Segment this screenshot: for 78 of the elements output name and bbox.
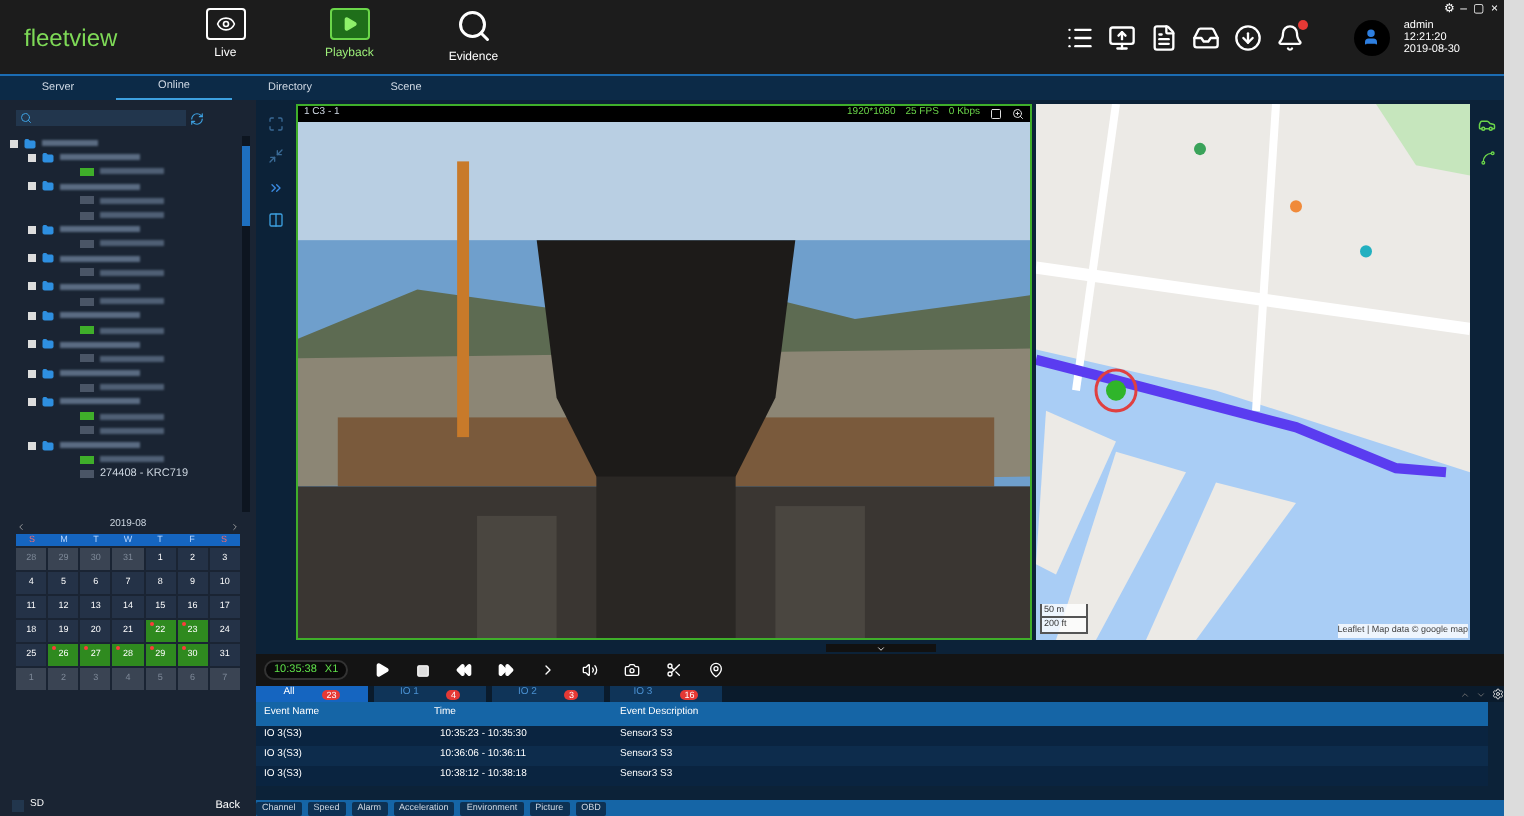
folder-icon <box>42 223 54 236</box>
tray-icon[interactable] <box>1191 23 1220 51</box>
logo: fleetview <box>24 21 118 55</box>
blurred-label <box>100 355 164 362</box>
blurred-label <box>60 226 140 233</box>
blurred-label <box>60 370 140 377</box>
folder-icon <box>42 252 54 265</box>
blurred-label <box>100 384 164 391</box>
tree-checkbox[interactable] <box>28 254 36 263</box>
camera-icon[interactable] <box>624 662 641 678</box>
fast-forward-icon[interactable] <box>498 662 515 678</box>
blurred-label <box>60 154 140 161</box>
monitor-play-icon <box>329 7 370 39</box>
blurred-label <box>60 312 140 319</box>
collapse-handle[interactable] <box>825 644 935 652</box>
settings-icon[interactable] <box>1492 688 1504 700</box>
blurred-label <box>42 140 98 147</box>
folder-icon <box>24 137 36 150</box>
volume-icon[interactable] <box>582 662 599 678</box>
list-icon[interactable] <box>1065 23 1094 51</box>
double-chevron-icon[interactable] <box>268 180 284 196</box>
zoom-icon[interactable] <box>1012 108 1024 120</box>
next-month-icon[interactable] <box>229 521 240 531</box>
split-view-icon[interactable] <box>268 212 284 228</box>
tree-checkbox[interactable] <box>28 311 36 320</box>
tree-checkbox[interactable] <box>28 182 36 191</box>
folder-icon <box>42 338 54 351</box>
tree-checkbox[interactable] <box>28 225 36 234</box>
blurred-label <box>100 327 164 334</box>
upload-monitor-icon[interactable] <box>1107 23 1136 51</box>
shrink-icon[interactable] <box>268 148 284 164</box>
window-icon[interactable] <box>990 108 1002 120</box>
blurred-label <box>60 183 140 190</box>
blurred-label <box>60 255 140 262</box>
blurred-label <box>60 442 140 449</box>
blurred-label <box>100 427 164 434</box>
blurred-label <box>100 197 164 204</box>
tree-checkbox[interactable] <box>28 397 36 406</box>
pin-icon[interactable] <box>708 662 725 678</box>
blurred-label <box>100 168 164 175</box>
search-field[interactable] <box>16 110 186 126</box>
tree-checkbox[interactable] <box>28 441 36 450</box>
scissors-icon[interactable] <box>666 662 683 678</box>
bell-icon[interactable] <box>1275 23 1304 51</box>
folder-icon <box>42 309 54 322</box>
monitor-eye-icon <box>205 7 246 39</box>
rewind-icon[interactable] <box>456 662 473 678</box>
previous-month-icon[interactable] <box>16 521 26 531</box>
folder-icon <box>42 151 54 164</box>
blurred-label <box>60 283 140 290</box>
tree-checkbox[interactable] <box>28 153 36 162</box>
stop-icon[interactable] <box>416 663 431 677</box>
blurred-label <box>100 456 164 463</box>
car-icon[interactable] <box>1478 116 1496 134</box>
refresh-icon[interactable] <box>190 111 204 125</box>
folder-icon <box>42 280 54 293</box>
folder-icon <box>42 180 54 193</box>
route-icon[interactable] <box>1479 150 1495 166</box>
folder-icon <box>42 439 54 452</box>
play-icon[interactable] <box>374 662 391 678</box>
blurred-label <box>100 240 164 247</box>
tree-checkbox[interactable] <box>28 369 36 378</box>
folder-icon <box>42 367 54 380</box>
blurred-label <box>100 269 164 276</box>
avatar[interactable] <box>1353 19 1390 55</box>
folder-icon <box>42 395 54 408</box>
tree-checkbox[interactable] <box>10 139 18 148</box>
search-icon <box>20 112 32 124</box>
tree-checkbox[interactable] <box>28 340 36 349</box>
blurred-label <box>100 212 164 219</box>
blurred-label <box>60 398 140 405</box>
tree-checkbox[interactable] <box>28 282 36 291</box>
document-icon[interactable] <box>1149 23 1178 51</box>
blurred-label <box>100 413 164 420</box>
sd-checkbox[interactable] <box>12 800 24 812</box>
blurred-label <box>60 341 140 348</box>
download-icon[interactable] <box>1233 23 1262 51</box>
blurred-label <box>100 298 164 305</box>
